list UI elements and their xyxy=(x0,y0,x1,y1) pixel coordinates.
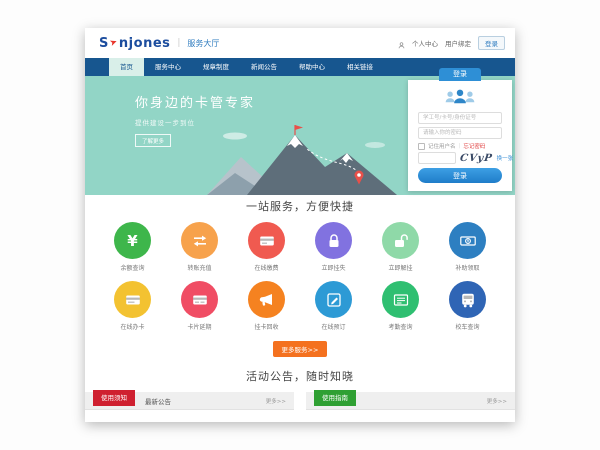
lock-closed-icon xyxy=(315,222,352,259)
user-binding-link[interactable]: 用户绑定 xyxy=(445,38,471,48)
remember-label: 记住用户名 xyxy=(428,142,456,150)
service-label: 在线预订 xyxy=(300,322,367,331)
remember-checkbox[interactable] xyxy=(418,143,425,150)
service-label: 余额查询 xyxy=(99,263,166,272)
services-section: 一站服务，方便快捷 ¥ 余额查询转账充值在线缴费立即挂失立即解挂 ¥ 补助领取在线办卡… xyxy=(85,195,515,365)
bank-card-icon xyxy=(248,222,285,259)
portal-page: S➤njones | 服务大厅 个人中心 用户绑定 登录 首页服务中心规章制度新… xyxy=(85,28,515,422)
login-options: 记住用户名 | 忘记密码 xyxy=(418,142,502,150)
service-item[interactable]: 在线缴费 xyxy=(233,222,300,272)
lock-open-icon xyxy=(382,222,419,259)
captcha-refresh-link[interactable]: 换一张 xyxy=(497,154,514,162)
tab-latest-announcements[interactable]: 最新公告 xyxy=(145,396,171,406)
attendance-card-icon xyxy=(382,281,419,318)
notice-more-link[interactable]: 更多>> xyxy=(266,397,286,405)
logo[interactable]: S➤njones xyxy=(99,36,170,51)
announcements-section: 活动公告，随时知晓 使用须知 最新公告 更多>> 使用指南 更多>> xyxy=(85,365,515,422)
options-separator: | xyxy=(459,143,461,149)
service-label: 校车查询 xyxy=(434,322,501,331)
nav-item-service-center[interactable]: 服务中心 xyxy=(144,58,192,76)
announcements-title: 活动公告，随时知晓 xyxy=(85,368,515,384)
id-card-icon xyxy=(114,281,151,318)
service-item[interactable]: 考勤查询 xyxy=(367,281,434,331)
service-label: 考勤查询 xyxy=(367,322,434,331)
service-item[interactable]: 立即解挂 xyxy=(367,222,434,272)
megaphone-icon xyxy=(248,281,285,318)
hero-cta-button[interactable]: 了解更多 xyxy=(135,134,171,147)
mountain-illustration xyxy=(207,123,397,195)
service-label: 挂卡回收 xyxy=(233,322,300,331)
login-submit-button[interactable]: 登录 xyxy=(418,168,502,183)
nav-item-links[interactable]: 相关链接 xyxy=(336,58,384,76)
hero-title: 你身边的卡管专家 xyxy=(135,92,255,111)
service-label: 立即解挂 xyxy=(367,263,434,272)
service-item[interactable]: 卡片延期 xyxy=(166,281,233,331)
users-icon xyxy=(418,87,502,109)
logo-arrow-icon: ➤ xyxy=(108,37,119,49)
service-label: 转账充值 xyxy=(166,263,233,272)
captcha-input[interactable] xyxy=(418,152,456,164)
service-label: 立即挂失 xyxy=(300,263,367,272)
password-input[interactable] xyxy=(418,127,502,139)
more-services-button[interactable]: 更多服务>> xyxy=(273,341,328,357)
transfer-arrows-icon xyxy=(181,222,218,259)
username-input[interactable] xyxy=(418,112,502,124)
bus-icon xyxy=(449,281,486,318)
nav-item-news[interactable]: 新闻公告 xyxy=(240,58,288,76)
personal-center-link[interactable]: 个人中心 xyxy=(412,38,438,48)
service-label: 在线办卡 xyxy=(99,322,166,331)
login-panel: 登录 记住用户名 | 忘记密码 xyxy=(408,68,512,191)
nav-item-home[interactable]: 首页 xyxy=(109,58,144,76)
logo-text-prefix: S xyxy=(99,36,109,51)
login-card: 记住用户名 | 忘记密码 CVyP 换一张 登录 xyxy=(408,80,512,191)
guide-panel: 使用指南 更多>> xyxy=(306,392,515,410)
notice-panel: 使用须知 最新公告 更多>> xyxy=(85,392,294,410)
announcements-strip: 使用须知 最新公告 更多>> 使用指南 更多>> xyxy=(85,392,515,410)
service-label: 在线缴费 xyxy=(233,263,300,272)
guide-more-link[interactable]: 更多>> xyxy=(487,397,507,405)
card-extend-icon xyxy=(181,281,218,318)
logo-text-suffix: njones xyxy=(119,36,170,51)
banknote-icon: ¥ xyxy=(449,222,486,259)
captcha-image[interactable]: CVyP xyxy=(459,153,493,164)
service-item[interactable]: 转账充值 xyxy=(166,222,233,272)
header-right: 个人中心 用户绑定 登录 xyxy=(398,34,505,53)
tab-usage-guide[interactable]: 使用指南 xyxy=(314,390,356,406)
forgot-password-link[interactable]: 忘记密码 xyxy=(463,142,485,150)
service-item[interactable]: ¥ 补助领取 xyxy=(434,222,501,272)
nav-item-rules[interactable]: 规章制度 xyxy=(192,58,240,76)
product-name: 服务大厅 xyxy=(187,38,219,49)
service-item[interactable]: 在线预订 xyxy=(300,281,367,331)
captcha-row: CVyP 换一张 xyxy=(418,152,502,164)
service-item[interactable]: 立即挂失 xyxy=(300,222,367,272)
service-label: 卡片延期 xyxy=(166,322,233,331)
service-item[interactable]: ¥ 余额查询 xyxy=(99,222,166,272)
services-grid: ¥ 余额查询转账充值在线缴费立即挂失立即解挂 ¥ 补助领取在线办卡卡片延期挂卡回收在线… xyxy=(85,222,515,331)
header-divider: | xyxy=(177,38,180,48)
yen-icon: ¥ xyxy=(114,222,151,259)
header-login-button[interactable]: 登录 xyxy=(478,36,505,50)
person-icon xyxy=(398,34,405,53)
nav-item-help[interactable]: 帮助中心 xyxy=(288,58,336,76)
service-item[interactable]: 校车查询 xyxy=(434,281,501,331)
header: S➤njones | 服务大厅 个人中心 用户绑定 登录 xyxy=(85,28,515,58)
service-item[interactable]: 在线办卡 xyxy=(99,281,166,331)
tab-usage-notice[interactable]: 使用须知 xyxy=(93,390,135,406)
edit-square-icon xyxy=(315,281,352,318)
service-item[interactable]: 挂卡回收 xyxy=(233,281,300,331)
svg-text:¥: ¥ xyxy=(466,238,469,244)
services-title: 一站服务，方便快捷 xyxy=(85,198,515,214)
login-tab[interactable]: 登录 xyxy=(439,68,481,81)
service-label: 补助领取 xyxy=(434,263,501,272)
